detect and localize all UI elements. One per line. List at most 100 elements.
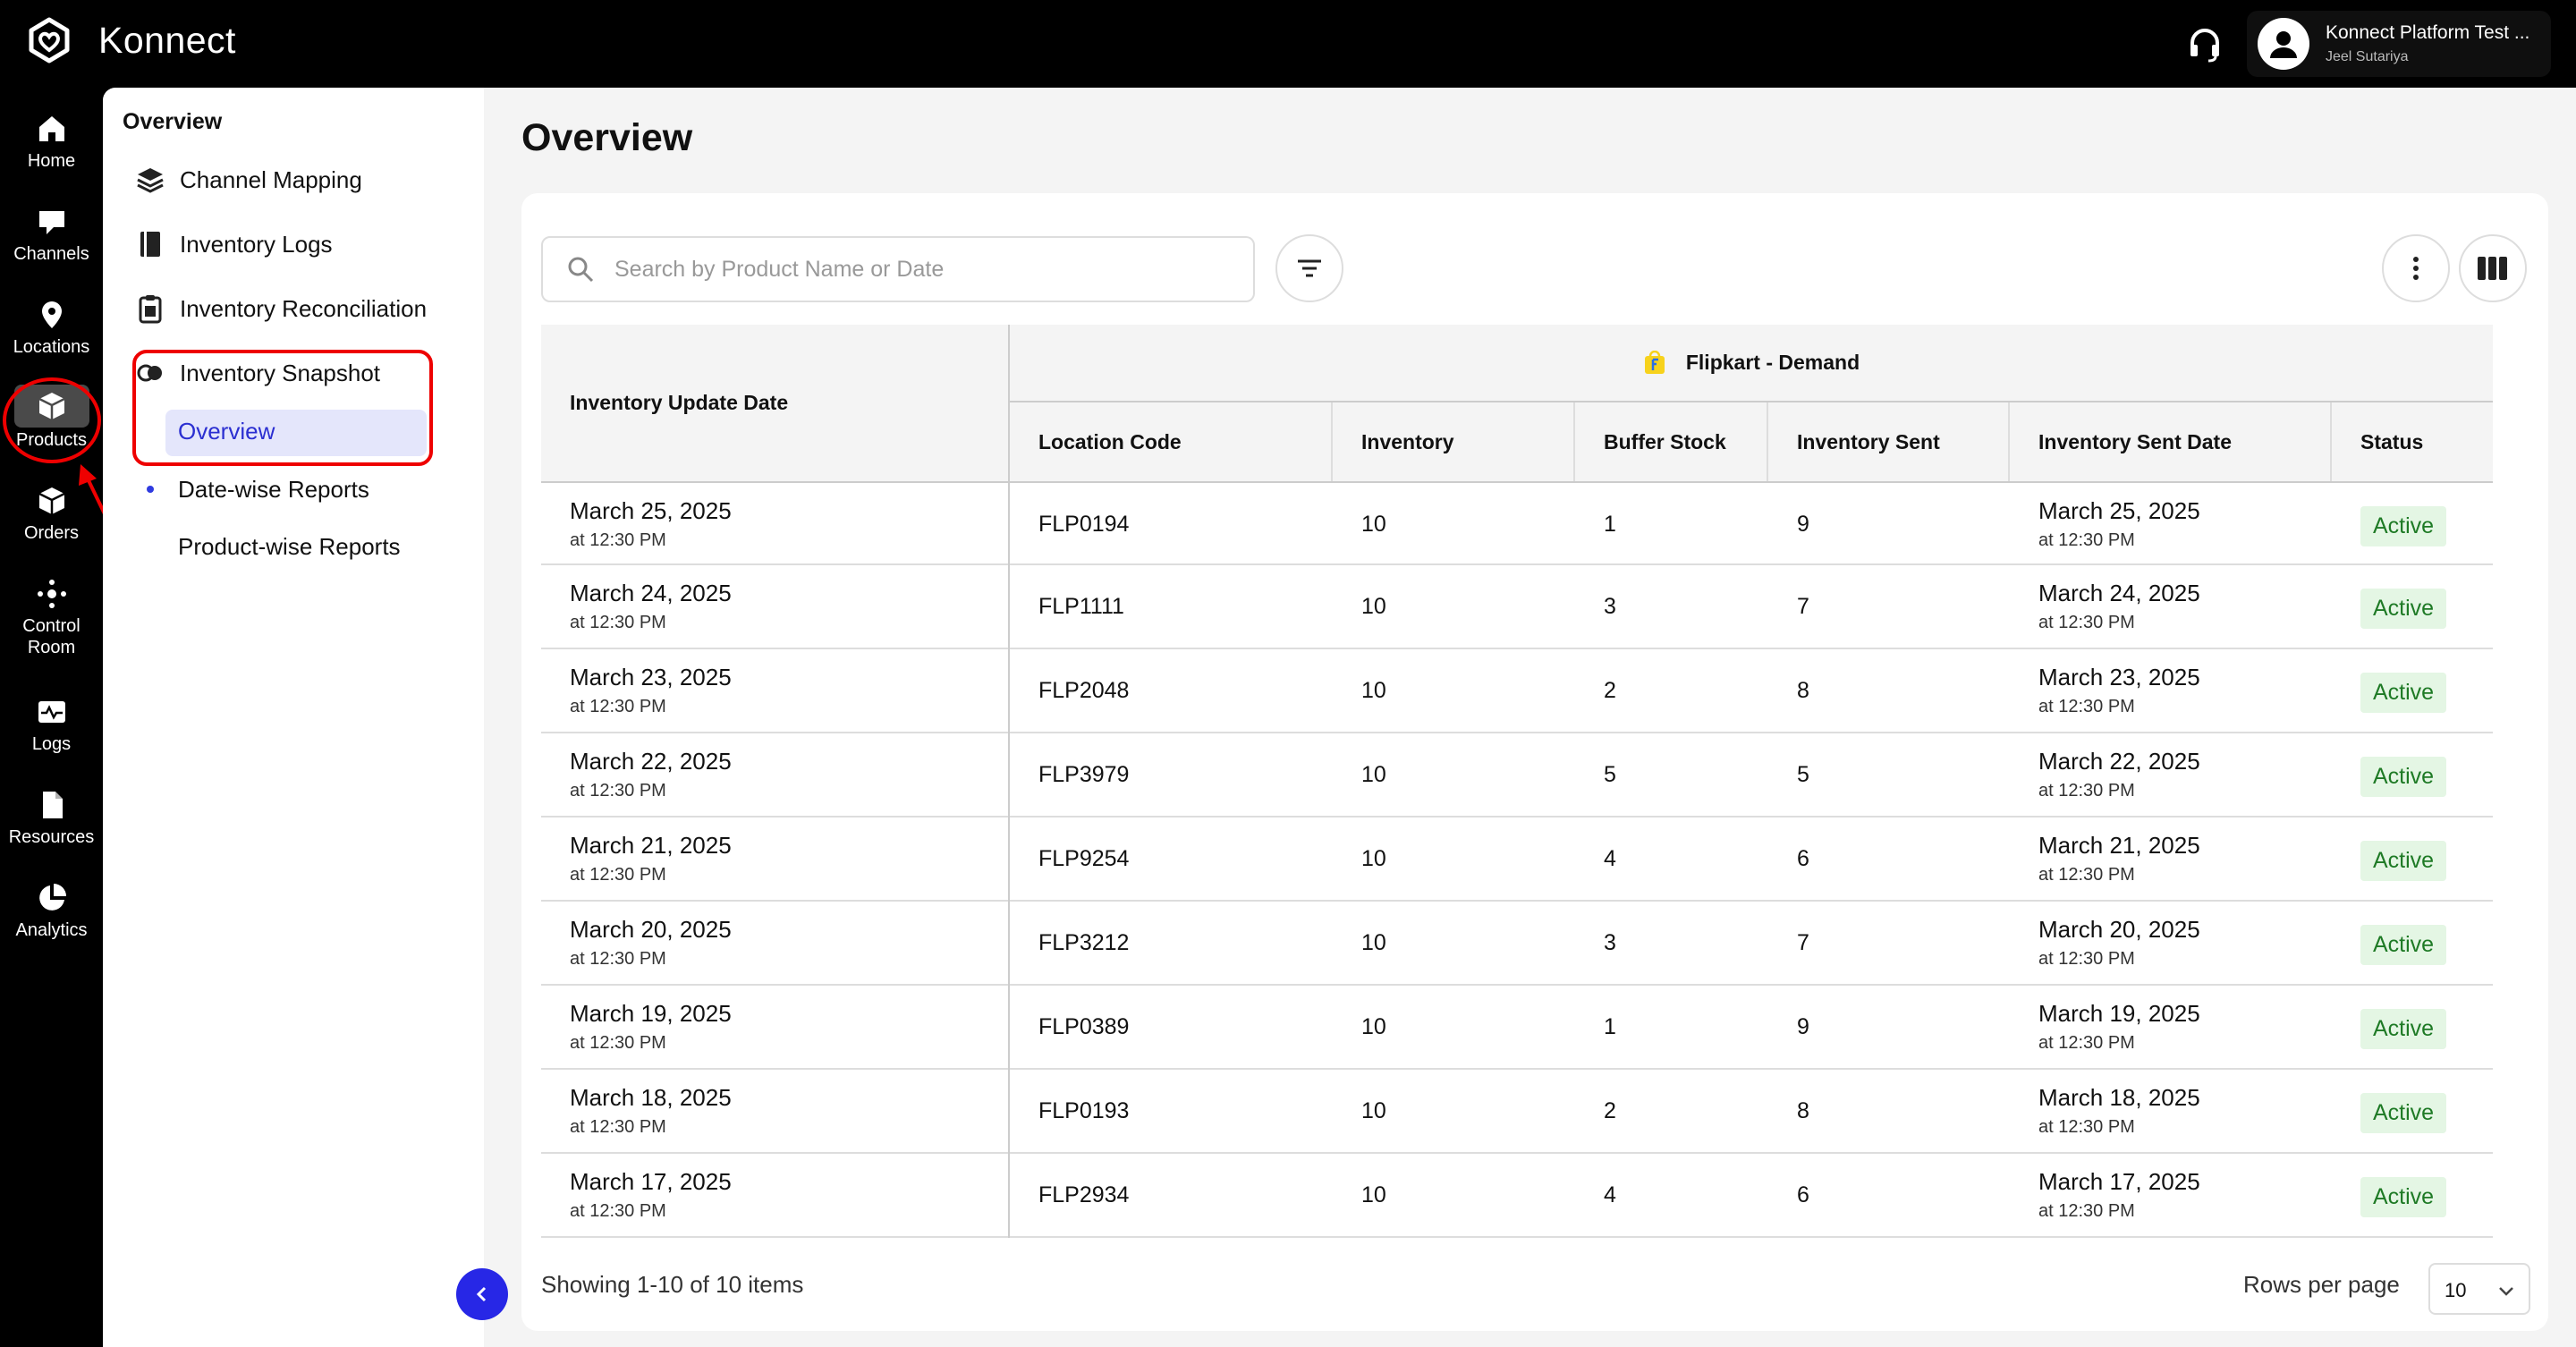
subnav-item-inventory-reconciliation[interactable]: Inventory Reconciliation bbox=[135, 293, 427, 324]
cell-sent: 8 bbox=[1797, 1098, 1809, 1123]
rail-item-logs[interactable]: Logs bbox=[0, 696, 103, 755]
date-text: March 23, 2025 bbox=[570, 664, 732, 690]
table-row[interactable]: March 19, 2025 at 12:30 PM FLP0389 10 1 9 Marc… bbox=[541, 986, 2493, 1070]
top-bar: Konnect Konnect Platform Test ... Jeel S… bbox=[0, 0, 2576, 88]
search-input[interactable] bbox=[614, 256, 1241, 283]
columns-icon bbox=[2478, 257, 2507, 280]
table-row[interactable]: March 18, 2025 at 12:30 PM FLP0193 10 2 8 Marc… bbox=[541, 1070, 2493, 1154]
headset-icon[interactable] bbox=[2186, 25, 2224, 63]
cell-buffer: 1 bbox=[1604, 512, 1616, 537]
date-text: March 17, 2025 bbox=[570, 1168, 732, 1195]
table-row[interactable]: March 25, 2025 at 12:30 PM FLP0194 10 1 9 Marc… bbox=[541, 481, 2493, 567]
time-text: at 12:30 PM bbox=[570, 530, 666, 550]
cell-inventory: 10 bbox=[1361, 594, 1386, 619]
status-badge: Active bbox=[2360, 1177, 2447, 1217]
table-row[interactable]: March 20, 2025 at 12:30 PM FLP3212 10 3 7 Marc… bbox=[541, 902, 2493, 986]
brand[interactable]: Konnect bbox=[25, 16, 236, 64]
cell-location: FLP2934 bbox=[1038, 1182, 1130, 1207]
rail-label: Locations bbox=[13, 337, 90, 357]
subnav-item-channel-mapping[interactable]: Channel Mapping bbox=[135, 165, 362, 195]
cell-sent-date: March 23, 2025 at 12:30 PM bbox=[2010, 649, 2332, 733]
channels-icon bbox=[38, 211, 64, 234]
cell-location: FLP3212 bbox=[1038, 930, 1130, 955]
cell-status: Active bbox=[2332, 1154, 2493, 1238]
subnav-child-product-wise-reports[interactable]: Product-wise Reports bbox=[178, 533, 401, 561]
cell-sent: 6 bbox=[1797, 1182, 1809, 1207]
rows-per-page-select[interactable]: 10 bbox=[2428, 1263, 2530, 1315]
cell-buffer: 3 bbox=[1604, 594, 1616, 619]
app-name: Konnect bbox=[98, 19, 236, 61]
table-row[interactable]: March 23, 2025 at 12:30 PM FLP2048 10 2 8 Marc… bbox=[541, 649, 2493, 733]
column-header-inventory: Inventory bbox=[1333, 402, 1575, 481]
time-text: at 12:30 PM bbox=[2038, 1117, 2135, 1137]
date-text: March 24, 2025 bbox=[2038, 580, 2200, 606]
cell-location: FLP3979 bbox=[1038, 762, 1130, 787]
table-row[interactable]: March 22, 2025 at 12:30 PM FLP3979 10 5 5 Marc… bbox=[541, 733, 2493, 818]
columns-button[interactable] bbox=[2459, 234, 2527, 302]
rail-label: Analytics bbox=[15, 920, 88, 940]
cell-update-date: March 23, 2025 at 12:30 PM bbox=[541, 649, 1010, 733]
status-badge: Active bbox=[2360, 589, 2447, 629]
status-badge: Active bbox=[2360, 757, 2447, 797]
time-text: at 12:30 PM bbox=[2038, 1201, 2135, 1221]
rail-item-locations[interactable]: Locations bbox=[0, 299, 103, 358]
collapse-sidebar-button[interactable] bbox=[456, 1268, 508, 1320]
rail-item-channels[interactable]: Channels bbox=[0, 206, 103, 265]
cell-sent: 5 bbox=[1797, 762, 1809, 787]
konnect-logo-icon bbox=[29, 17, 70, 64]
rows-per-page-value: 10 bbox=[2445, 1279, 2467, 1301]
bullet-dot bbox=[147, 486, 154, 493]
column-header-location: Location Code bbox=[1010, 402, 1333, 481]
cell-inventory: 10 bbox=[1361, 846, 1386, 871]
table-row[interactable]: March 21, 2025 at 12:30 PM FLP9254 10 4 6 Marc… bbox=[541, 818, 2493, 902]
date-text: March 17, 2025 bbox=[2038, 1168, 2200, 1195]
user-icon bbox=[2270, 31, 2297, 58]
cell-location: FLP1111 bbox=[1038, 594, 1124, 619]
search-box[interactable] bbox=[541, 236, 1255, 302]
chevron-left-icon bbox=[476, 1286, 487, 1302]
cell-status: Active bbox=[2332, 986, 2493, 1070]
cell-update-date: March 20, 2025 at 12:30 PM bbox=[541, 902, 1010, 986]
cell-buffer: 2 bbox=[1604, 678, 1616, 703]
cell-update-date: March 25, 2025 at 12:30 PM bbox=[541, 483, 1010, 567]
more-vertical-icon bbox=[2413, 257, 2419, 280]
cell-status: Active bbox=[2332, 1070, 2493, 1154]
rail-item-control-room[interactable]: Control Room bbox=[0, 578, 103, 658]
cell-sent-date: March 22, 2025 at 12:30 PM bbox=[2010, 733, 2332, 818]
cell-location: FLP0193 bbox=[1038, 1098, 1130, 1123]
logs-icon bbox=[38, 701, 65, 723]
date-text: March 19, 2025 bbox=[2038, 1000, 2200, 1027]
user-menu[interactable]: Konnect Platform Test ... Jeel Sutariya bbox=[2247, 11, 2551, 77]
filter-button[interactable] bbox=[1275, 234, 1343, 302]
table-row[interactable]: March 17, 2025 at 12:30 PM FLP2934 10 4 6 Marc… bbox=[541, 1154, 2493, 1238]
cell-status: Active bbox=[2332, 902, 2493, 986]
page-title: Overview bbox=[521, 116, 693, 159]
subnav-child-date-wise-reports[interactable]: Date-wise Reports bbox=[178, 476, 369, 504]
rail-label: Home bbox=[27, 151, 76, 171]
column-header-buffer: Buffer Stock bbox=[1575, 402, 1768, 481]
status-badge: Active bbox=[2360, 673, 2447, 713]
cell-update-date: March 21, 2025 at 12:30 PM bbox=[541, 818, 1010, 902]
table-row[interactable]: March 24, 2025 at 12:30 PM FLP1111 10 3 7 Marc… bbox=[541, 565, 2493, 649]
column-header-sent-date: Inventory Sent Date bbox=[2010, 402, 2332, 481]
time-text: at 12:30 PM bbox=[570, 697, 666, 716]
rows-per-page-label: Rows per page bbox=[2243, 1271, 2400, 1298]
subnav-title[interactable]: Overview bbox=[123, 109, 222, 135]
cell-status: Active bbox=[2332, 733, 2493, 818]
rail-item-home[interactable]: Home bbox=[0, 113, 103, 172]
column-header-date: Inventory Update Date bbox=[541, 325, 1010, 481]
rail-item-resources[interactable]: Resources bbox=[0, 789, 103, 848]
date-text: March 18, 2025 bbox=[2038, 1084, 2200, 1111]
rail-item-analytics[interactable]: Analytics bbox=[0, 882, 103, 941]
secondary-nav: Overview Channel Mapping Inventory Logs … bbox=[103, 88, 484, 1347]
rail-label: Channels bbox=[13, 244, 89, 264]
cell-location: FLP9254 bbox=[1038, 846, 1130, 871]
more-options-button[interactable] bbox=[2382, 234, 2450, 302]
pie-chart-icon bbox=[38, 884, 66, 911]
status-badge: Active bbox=[2360, 1009, 2447, 1049]
subnav-item-inventory-logs[interactable]: Inventory Logs bbox=[135, 229, 333, 259]
cell-update-date: March 17, 2025 at 12:30 PM bbox=[541, 1154, 1010, 1238]
main-content: Overview Inventory Update Date Flipkart … bbox=[484, 88, 2576, 1347]
group-header-label: Flipkart - Demand bbox=[1685, 351, 1860, 374]
book-icon bbox=[140, 232, 160, 257]
